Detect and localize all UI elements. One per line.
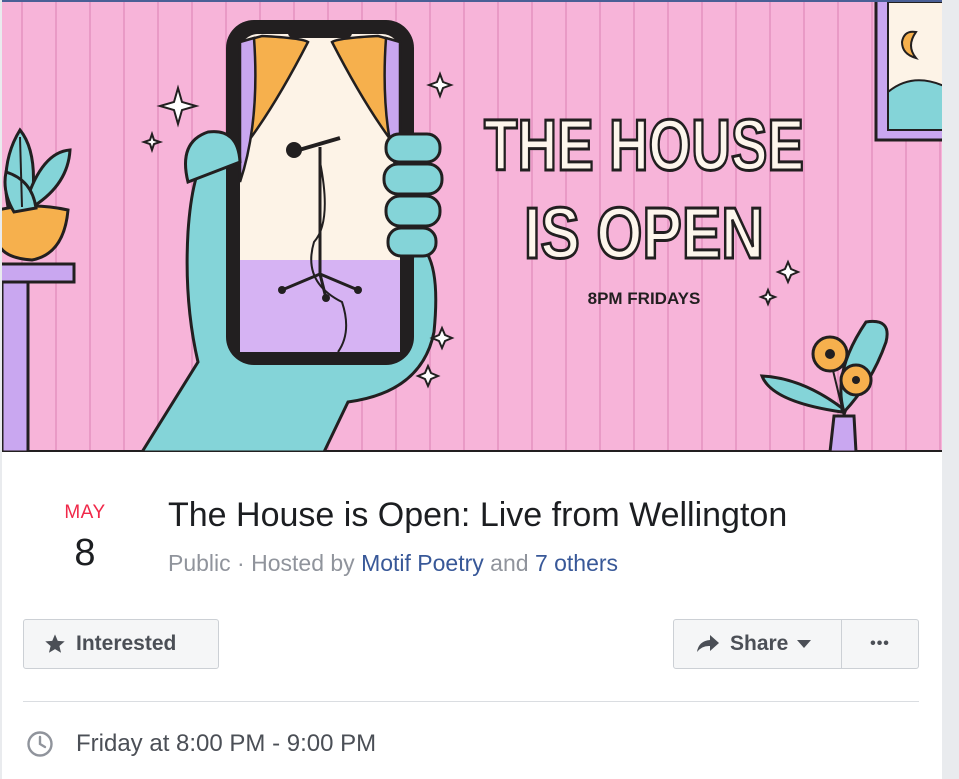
host-link[interactable]: Motif Poetry [361, 550, 484, 576]
more-dots-icon: ••• [870, 635, 890, 652]
clock-icon [26, 730, 54, 758]
event-cover-image[interactable]: THE HOUSE IS OPEN 8PM FRIDAYS [2, 2, 942, 452]
share-label: Share [730, 632, 789, 655]
more-options-button[interactable]: ••• [841, 619, 919, 669]
event-time-row: Friday at 8:00 PM - 9:00 PM [26, 730, 376, 758]
interested-label: Interested [76, 632, 177, 655]
event-card: THE HOUSE IS OPEN 8PM FRIDAYS MAY 8 The … [2, 0, 942, 779]
event-time[interactable]: Friday at 8:00 PM - 9:00 PM [76, 730, 376, 758]
other-hosts-link[interactable]: 7 others [535, 550, 618, 576]
event-title: The House is Open: Live from Wellington [168, 496, 788, 534]
caret-down-icon [797, 640, 812, 648]
wall-picture-illustration [874, 2, 942, 142]
star-icon [44, 633, 66, 655]
section-divider [23, 701, 919, 702]
event-privacy: Public [168, 550, 231, 576]
hosted-by-prefix: Hosted by [251, 550, 362, 576]
cover-schedule: 8PM FRIDAYS [588, 289, 701, 308]
interested-button[interactable]: Interested [23, 619, 219, 669]
share-button[interactable]: Share [673, 619, 842, 669]
host-conjunction: and [483, 550, 535, 576]
event-date-day: 8 [74, 532, 96, 574]
share-arrow-icon [696, 634, 720, 654]
event-date-month: MAY [64, 502, 106, 523]
meta-separator: · [230, 550, 252, 576]
cover-headline-line2: IS OPEN [524, 194, 764, 274]
event-meta: Public · Hosted by Motif Poetry and 7 ot… [168, 550, 618, 577]
cover-headline-line1: THE HOUSE [484, 106, 804, 186]
